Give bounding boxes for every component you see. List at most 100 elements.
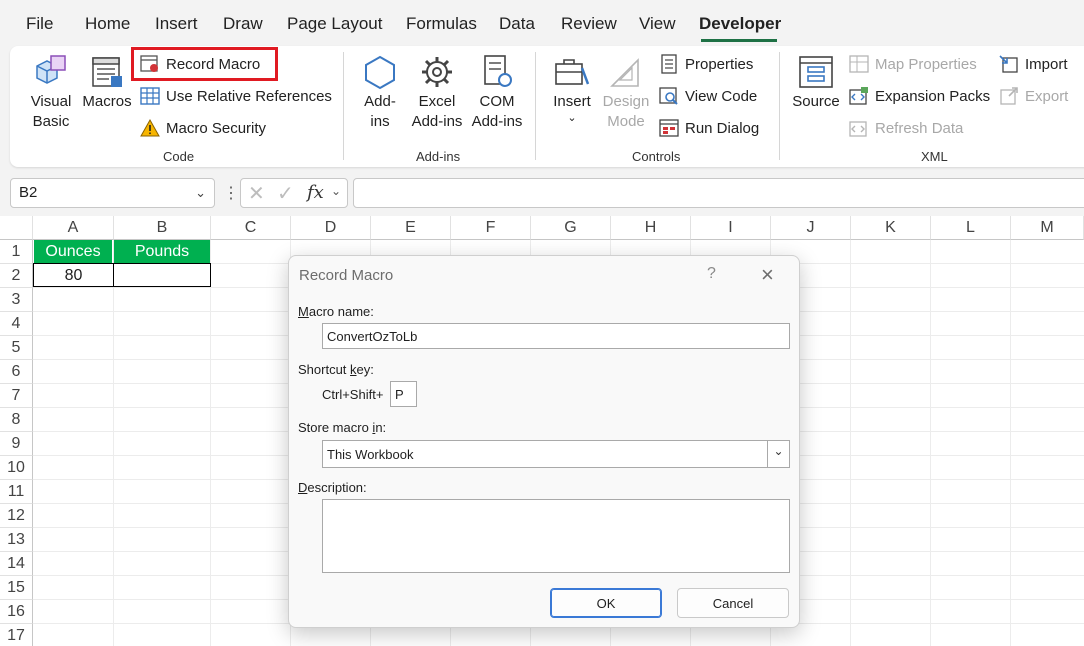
refresh-data-icon <box>849 121 867 137</box>
row-header[interactable]: 13 <box>0 528 33 552</box>
design-mode-label: Design Mode <box>602 93 650 130</box>
tab-formulas[interactable]: Formulas <box>406 14 477 34</box>
gridline <box>113 240 114 646</box>
properties-label: Properties <box>685 55 754 73</box>
map-properties-button: Map Properties <box>849 53 977 75</box>
formula-input[interactable] <box>353 178 1084 208</box>
row-header[interactable]: 16 <box>0 600 33 624</box>
column-header[interactable]: B <box>114 216 211 240</box>
select-all-corner[interactable] <box>0 216 33 240</box>
row-header[interactable]: 10 <box>0 456 33 480</box>
xml-group-label: XML <box>921 149 948 164</box>
cell-b2[interactable] <box>113 263 211 287</box>
cell-a2[interactable]: 80 <box>33 263 114 287</box>
column-header[interactable]: M <box>1011 216 1084 240</box>
dialog-title: Record Macro <box>299 267 394 284</box>
view-code-button[interactable]: View Code <box>659 85 757 107</box>
macro-security-button[interactable]: Macro Security <box>140 117 266 139</box>
row-header[interactable]: 15 <box>0 576 33 600</box>
store-macro-select[interactable]: This Workbook ⌄ <box>322 440 790 468</box>
chevron-down-icon[interactable]: ⌄ <box>767 441 789 467</box>
map-properties-icon <box>849 55 869 73</box>
tab-developer[interactable]: Developer <box>699 14 781 34</box>
column-header[interactable]: G <box>531 216 611 240</box>
warning-icon <box>140 118 160 137</box>
row-header[interactable]: 3 <box>0 288 33 312</box>
tab-view[interactable]: View <box>639 14 676 34</box>
name-box[interactable]: B2 ⌄ <box>10 178 215 208</box>
shortcut-key-input[interactable]: P <box>390 381 417 407</box>
shortcut-prefix: Ctrl+Shift+ <box>322 387 384 402</box>
row-header[interactable]: 1 <box>0 240 33 264</box>
cell-a1[interactable]: Ounces <box>34 240 113 264</box>
close-icon[interactable]: × <box>761 262 774 288</box>
excel-addins-button[interactable]: Excel Add-ins <box>408 54 466 132</box>
gear-icon <box>422 57 452 87</box>
column-header[interactable]: J <box>771 216 851 240</box>
column-header[interactable]: D <box>291 216 371 240</box>
row-header[interactable]: 17 <box>0 624 33 646</box>
check-icon[interactable]: ✓ <box>277 181 294 206</box>
column-header[interactable]: E <box>371 216 451 240</box>
refresh-data-button: Refresh Data <box>849 117 963 139</box>
row-header[interactable]: 14 <box>0 552 33 576</box>
tab-draw[interactable]: Draw <box>223 14 263 34</box>
cancel-icon[interactable]: ✕ <box>248 181 265 206</box>
row-header[interactable]: 4 <box>0 312 33 336</box>
column-header[interactable]: I <box>691 216 771 240</box>
row-header[interactable]: 12 <box>0 504 33 528</box>
active-tab-indicator <box>701 39 777 42</box>
row-header[interactable]: 9 <box>0 432 33 456</box>
column-header[interactable]: H <box>611 216 691 240</box>
tab-insert[interactable]: Insert <box>155 14 198 34</box>
com-addins-icon <box>484 55 512 87</box>
addins-button[interactable]: Add-ins <box>358 54 402 132</box>
visual-basic-button[interactable]: Visual Basic <box>28 54 74 132</box>
run-dialog-button[interactable]: Run Dialog <box>659 117 759 139</box>
run-dialog-label: Run Dialog <box>685 119 760 137</box>
column-header[interactable]: F <box>451 216 531 240</box>
import-button[interactable]: Import <box>999 53 1068 75</box>
tab-data[interactable]: Data <box>499 14 535 34</box>
row-header[interactable]: 5 <box>0 336 33 360</box>
insert-function-icon[interactable]: fx <box>307 182 324 203</box>
column-header[interactable]: L <box>931 216 1011 240</box>
properties-icon <box>661 54 677 74</box>
description-textarea[interactable] <box>322 499 790 573</box>
expansion-packs-button[interactable]: Expansion Packs <box>849 85 990 107</box>
import-icon <box>999 55 1018 73</box>
row-header[interactable]: 2 <box>0 264 33 288</box>
chevron-down-icon[interactable]: ⌄ <box>331 184 341 198</box>
column-header[interactable]: C <box>211 216 291 240</box>
macros-button[interactable]: Macros <box>82 54 132 112</box>
row-header[interactable]: 7 <box>0 384 33 408</box>
cell-b1[interactable]: Pounds <box>114 240 210 264</box>
com-addins-button[interactable]: COM Add-ins <box>468 54 526 132</box>
row-header[interactable]: 6 <box>0 360 33 384</box>
more-options-icon[interactable]: ⋮ <box>223 183 239 203</box>
row-header[interactable]: 8 <box>0 408 33 432</box>
import-label: Import <box>1025 55 1068 73</box>
export-label: Export <box>1025 87 1069 105</box>
macro-name-input[interactable]: ConvertOzToLb <box>322 323 790 349</box>
tab-home[interactable]: Home <box>85 14 130 34</box>
tab-review[interactable]: Review <box>561 14 617 34</box>
chevron-down-icon: ⌄ <box>567 112 577 124</box>
tab-page-layout[interactable]: Page Layout <box>287 14 382 34</box>
chevron-down-icon[interactable]: ⌄ <box>195 185 206 201</box>
insert-control-button[interactable]: Insert ⌄ <box>550 54 594 124</box>
cancel-button[interactable]: Cancel <box>677 588 789 618</box>
run-dialog-icon <box>659 119 679 137</box>
excel-addins-label: Excel Add-ins <box>411 93 463 130</box>
column-header[interactable]: K <box>851 216 931 240</box>
ok-button[interactable]: OK <box>550 588 662 618</box>
xml-source-button[interactable]: Source <box>792 54 840 112</box>
help-icon[interactable]: ? <box>707 265 716 283</box>
use-relative-references-label: Use Relative References <box>166 87 332 105</box>
tab-file[interactable]: File <box>26 14 53 34</box>
row-header[interactable]: 11 <box>0 480 33 504</box>
column-header[interactable]: A <box>33 216 114 240</box>
use-relative-references-button[interactable]: Use Relative References <box>140 85 332 107</box>
properties-button[interactable]: Properties <box>659 53 753 75</box>
addins-group-label: Add-ins <box>416 149 461 164</box>
